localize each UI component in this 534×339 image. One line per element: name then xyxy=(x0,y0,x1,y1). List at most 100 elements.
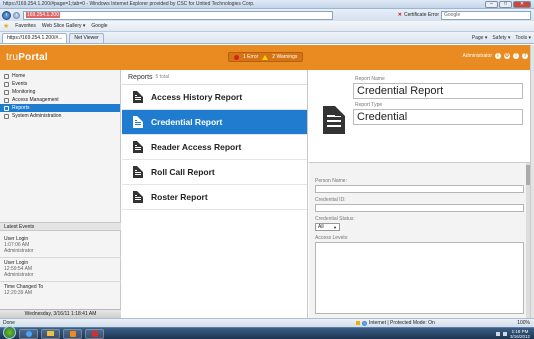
sidebar-item-reports[interactable]: Reports xyxy=(0,104,120,112)
credential-id-input[interactable] xyxy=(315,204,524,212)
document-icon xyxy=(133,191,143,203)
sidebar-item-system-administration[interactable]: System Administration xyxy=(0,112,120,120)
sidebar-item-access-management[interactable]: Access Management xyxy=(0,96,120,104)
app-header: truPortal 1 Error 2 Warnings Administrat… xyxy=(0,45,534,70)
favorites-button[interactable]: Favorites xyxy=(15,23,36,29)
credential-status-label: Credential Status: xyxy=(315,216,355,222)
search-placeholder: Google xyxy=(444,12,461,18)
favorites-bar: ★ Favorites Web Slice Gallery ▾ Google xyxy=(0,21,534,32)
tab-portal[interactable]: https://169.254.1.200/#... xyxy=(2,32,68,43)
reports-list: Reports 5 total Access History Report Cr… xyxy=(122,70,308,318)
ie-taskbar-icon[interactable] xyxy=(19,328,38,339)
close-button[interactable]: ✕ xyxy=(513,0,531,8)
taskbar: 1:18 PM 3/16/2012 xyxy=(0,326,534,339)
alerts-indicator[interactable]: 1 Error 2 Warnings xyxy=(228,52,304,62)
address-row: ‹ › 169.254.1.200 ✕ Certificate Error Go… xyxy=(0,9,534,21)
report-name-label: Report Name xyxy=(355,76,385,82)
media-taskbar-icon[interactable] xyxy=(63,328,82,339)
access-levels-list[interactable] xyxy=(315,242,524,314)
report-item-access-history[interactable]: Access History Report xyxy=(122,85,307,110)
settings-icon[interactable]: ⚙ xyxy=(504,53,510,59)
access-levels-label: Access Levels: xyxy=(315,235,349,241)
address-bar[interactable]: 169.254.1.200 xyxy=(23,10,333,20)
tray-network-icon[interactable] xyxy=(495,332,500,336)
report-icon xyxy=(4,105,9,111)
window-title: https://169.254.1.200/#page=1;tab=0 - Wi… xyxy=(3,1,255,7)
report-name-field[interactable]: Credential Report xyxy=(353,83,523,99)
document-icon xyxy=(133,166,143,178)
page-menu[interactable]: Page ▾ xyxy=(472,35,488,41)
tab-net-viewer-label: Net Viewer xyxy=(74,35,99,41)
report-document-icon xyxy=(323,106,345,134)
info-icon[interactable]: ! xyxy=(513,53,519,59)
reports-title: Reports xyxy=(128,73,153,81)
event-item[interactable]: User Login 1:07:06 AM Administrator xyxy=(4,236,33,254)
person-name-label: Person Name: xyxy=(315,178,347,184)
tab-net-viewer[interactable]: Net Viewer xyxy=(69,32,104,43)
security-zone[interactable]: Internet | Protected Mode: On xyxy=(356,320,435,326)
admin-icon xyxy=(4,113,9,119)
user-area: Administrator i ⚙ ! ? xyxy=(463,53,528,59)
report-type-field[interactable]: Credential xyxy=(353,109,523,125)
report-details-header: Report Name Credential Report Report Typ… xyxy=(309,70,530,163)
back-button[interactable]: ‹ xyxy=(2,10,11,20)
warning-count: 2 Warnings xyxy=(272,54,298,60)
credential-id-label: Credential ID: xyxy=(315,197,346,203)
credential-status-select[interactable]: All ▼ xyxy=(315,223,340,231)
certificate-error-label: Certificate Error xyxy=(403,12,439,18)
status-bar: Done Internet | Protected Mode: On 100% xyxy=(0,318,534,327)
report-item-roll-call[interactable]: Roll Call Report xyxy=(122,160,307,185)
tools-menu[interactable]: Tools ▾ xyxy=(515,35,531,41)
current-datetime: Wednesday, 3/16/11 1:18:41 AM xyxy=(0,309,121,318)
warning-icon xyxy=(262,54,269,60)
app-taskbar-icon[interactable] xyxy=(85,328,104,339)
maximize-button[interactable]: □ xyxy=(499,0,512,8)
certificate-error[interactable]: ✕ Certificate Error xyxy=(398,12,441,18)
minimize-button[interactable]: – xyxy=(485,0,498,8)
report-type-label: Report Type xyxy=(355,102,383,108)
sidebar: Home Events Monitoring Access Management… xyxy=(0,70,121,318)
reports-count: 5 total xyxy=(155,74,170,80)
user-icon[interactable]: i xyxy=(495,53,501,59)
tray-volume-icon[interactable] xyxy=(502,332,507,336)
truportal-logo: truPortal xyxy=(6,52,48,63)
lock-icon xyxy=(356,321,360,325)
report-item-credential[interactable]: Credential Report xyxy=(122,110,307,135)
home-icon xyxy=(4,73,9,79)
help-icon[interactable]: ? xyxy=(522,53,528,59)
browser-scrollbar[interactable] xyxy=(530,45,534,318)
error-icon xyxy=(234,54,239,60)
key-icon xyxy=(4,97,9,103)
monitor-icon xyxy=(4,89,9,95)
fav-item-google[interactable]: Google xyxy=(91,23,107,29)
clock[interactable]: 1:18 PM 3/16/2012 xyxy=(510,329,530,339)
system-tray: 1:18 PM 3/16/2012 xyxy=(495,328,530,339)
reports-header: Reports 5 total xyxy=(122,70,307,85)
tab-portal-label: https://169.254.1.200/#... xyxy=(7,35,63,41)
sidebar-item-monitoring[interactable]: Monitoring xyxy=(0,88,120,96)
start-button[interactable] xyxy=(3,326,16,339)
globe-icon xyxy=(362,320,367,326)
username[interactable]: Administrator xyxy=(463,53,492,59)
zoom-level[interactable]: 100% xyxy=(517,320,530,326)
safety-menu[interactable]: Safety ▾ xyxy=(492,35,510,41)
sidebar-item-home[interactable]: Home xyxy=(0,72,120,80)
document-icon xyxy=(133,141,143,153)
report-item-roster[interactable]: Roster Report xyxy=(122,185,307,210)
error-count: 1 Error xyxy=(243,54,259,60)
address-highlight: 169.254.1.200 xyxy=(26,12,60,18)
sidebar-item-events[interactable]: Events xyxy=(0,80,120,88)
document-icon xyxy=(133,116,143,128)
window-titlebar: https://169.254.1.200/#page=1;tab=0 - Wi… xyxy=(0,0,534,9)
latest-events-header: Latest Events xyxy=(0,222,121,231)
favorites-star-icon: ★ xyxy=(3,23,10,30)
events-icon xyxy=(4,81,9,87)
event-item[interactable]: User Login 12:59:54 AM Administrator xyxy=(4,260,33,278)
person-name-input[interactable] xyxy=(315,185,524,193)
search-input[interactable]: Google xyxy=(441,10,531,20)
report-item-reader-access[interactable]: Reader Access Report xyxy=(122,135,307,160)
forward-button[interactable]: › xyxy=(13,11,20,19)
event-item[interactable]: Time Changed To 12:20:39 AM xyxy=(4,284,43,296)
fav-item-web-slice[interactable]: Web Slice Gallery ▾ xyxy=(42,23,86,29)
folder-taskbar-icon[interactable] xyxy=(41,328,60,339)
